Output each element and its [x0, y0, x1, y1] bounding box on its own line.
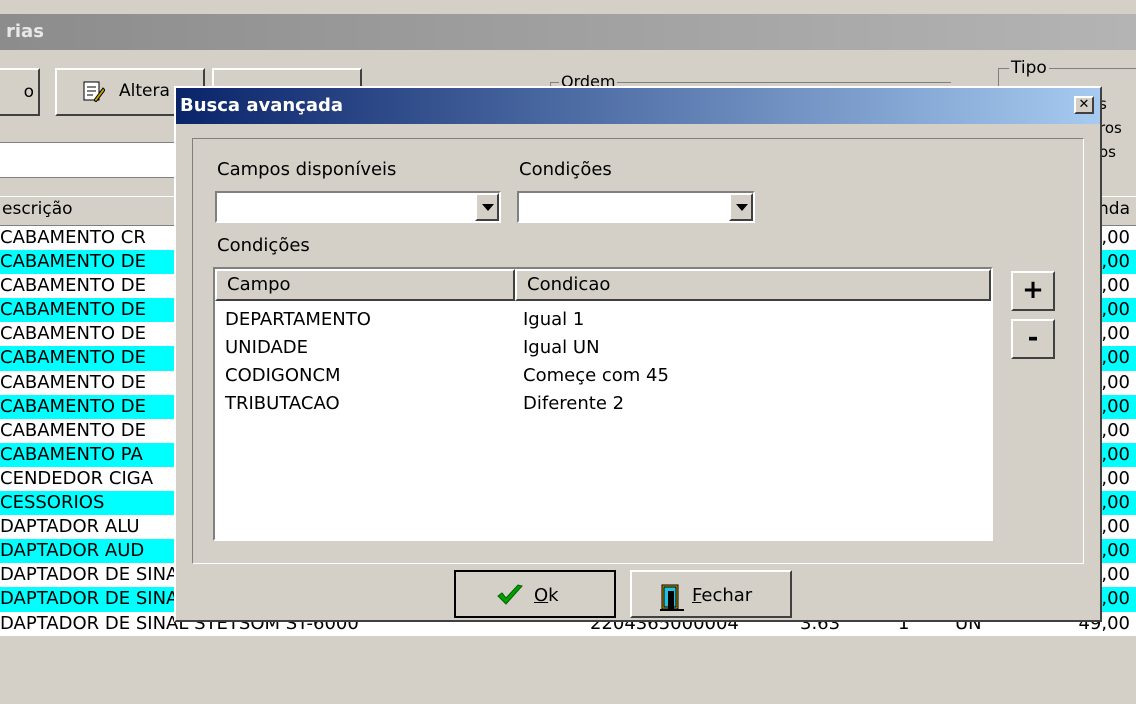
condition-condicao: Começe com 45	[523, 365, 669, 386]
remove-condition-button[interactable]: -	[1011, 319, 1055, 359]
cell-val: ,00	[1101, 251, 1130, 273]
background-toolbar-button-label: o	[23, 82, 34, 102]
campos-disponiveis-combo[interactable]	[215, 191, 501, 223]
dialog-title: Busca avançada	[180, 95, 344, 116]
cell-val: ,00	[1101, 467, 1130, 489]
background-toolbar-button[interactable]: o	[0, 68, 40, 116]
descricao-column-header[interactable]: escrição	[2, 199, 73, 219]
background-window-title: rias	[6, 21, 44, 42]
list-item[interactable]: TRIBUTACAO Diferente 2	[225, 393, 985, 421]
cell-desc: CESSORIOS	[0, 492, 105, 514]
exit-door-icon	[660, 584, 684, 611]
tipo-option[interactable]: ros	[1099, 119, 1122, 137]
conditions-list-header: Campo Condicao	[215, 269, 991, 301]
cell-desc: CENDEDOR CIGA	[0, 467, 154, 489]
condition-campo: UNIDADE	[225, 337, 309, 358]
cell-desc: CABAMENTO PA	[0, 443, 143, 465]
chevron-down-icon[interactable]	[729, 193, 753, 221]
cell-val: ,00	[1101, 492, 1130, 514]
cell-val: ,00	[1101, 347, 1130, 369]
dialog-titlebar: Busca avançada ✕	[176, 88, 1100, 124]
tipo-label: Tipo	[1009, 58, 1049, 78]
cell-desc: DAPTADOR ALU	[0, 516, 140, 538]
condition-campo: CODIGONCM	[225, 365, 341, 386]
close-icon[interactable]: ✕	[1074, 96, 1094, 114]
cell-val: ,00	[1101, 419, 1130, 441]
cell-val: ,00	[1101, 371, 1130, 393]
background-window-titlebar: rias	[0, 14, 1136, 50]
venda-column-header[interactable]: nda	[1098, 199, 1130, 219]
campos-disponiveis-label: Campos disponíveis	[217, 159, 397, 180]
cell-val: ,00	[1101, 227, 1130, 248]
list-item[interactable]: UNIDADE Igual UN	[225, 337, 985, 365]
cell-desc: CABAMENTO DE	[0, 251, 147, 273]
ok-button[interactable]: Ok	[454, 570, 616, 618]
list-item[interactable]: DEPARTAMENTO Igual 1	[225, 309, 985, 337]
cell-desc: CABAMENTO DE	[0, 395, 147, 417]
chevron-down-icon[interactable]	[475, 193, 499, 221]
cell-val: ,00	[1101, 275, 1130, 297]
dialog-groupbox: Campos disponíveis Condições Condições C…	[192, 138, 1084, 564]
close-glyph: ✕	[1078, 97, 1090, 112]
cell-desc: CABAMENTO DE	[0, 371, 147, 393]
cell-desc: CABAMENTO DE	[0, 275, 147, 297]
busca-avancada-dialog: Busca avançada ✕ Campos disponíveis Cond…	[174, 86, 1102, 622]
cell-val: ,00	[1101, 299, 1130, 321]
background-search-input[interactable]	[0, 142, 179, 178]
list-item[interactable]: CODIGONCM Começe com 45	[225, 365, 985, 393]
ok-button-label: Ok	[534, 585, 559, 606]
cell-desc: CABAMENTO DE	[0, 299, 147, 321]
cell-val: ,00	[1101, 395, 1130, 417]
fechar-button-label: Fechar	[692, 585, 753, 606]
cell-val: ,00	[1101, 323, 1130, 345]
add-condition-button[interactable]: +	[1011, 271, 1055, 311]
condicoes-combo[interactable]	[517, 191, 755, 223]
condicoes-combo-label: Condições	[519, 159, 612, 180]
check-icon	[497, 584, 523, 605]
condition-campo: DEPARTAMENTO	[225, 309, 371, 330]
alterar-button-label: Altera	[119, 81, 170, 101]
conditions-list[interactable]: Campo Condicao DEPARTAMENTO Igual 1 UNIDAD…	[213, 267, 993, 541]
condicoes-list-label: Condições	[217, 235, 310, 256]
cell-val: ,00	[1101, 516, 1130, 538]
cell-val: ,00	[1101, 540, 1130, 562]
condition-condicao: Igual 1	[523, 309, 585, 330]
cell-desc: CABAMENTO CR	[0, 227, 146, 248]
cell-desc: CABAMENTO DE	[0, 419, 147, 441]
fechar-button[interactable]: Fechar	[630, 570, 792, 618]
condicao-column-header[interactable]: Condicao	[515, 269, 991, 301]
campo-column-header[interactable]: Campo	[215, 269, 515, 301]
cell-desc: DAPTADOR AUD	[0, 540, 145, 562]
cell-val: ,00	[1101, 443, 1130, 465]
cell-desc: CABAMENTO DE	[0, 323, 147, 345]
condition-condicao: Diferente 2	[523, 393, 625, 414]
condition-campo: TRIBUTACAO	[225, 393, 340, 414]
edit-document-icon	[83, 81, 105, 102]
cell-desc: CABAMENTO DE	[0, 347, 147, 369]
condition-condicao: Igual UN	[523, 337, 600, 358]
